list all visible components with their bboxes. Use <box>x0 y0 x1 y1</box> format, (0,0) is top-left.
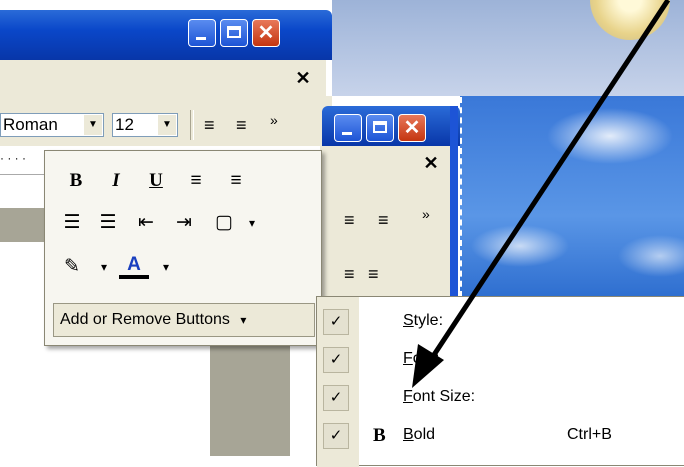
selection-border <box>460 97 462 297</box>
chevron-down-icon: ▼ <box>158 115 176 135</box>
font-size-combo[interactable]: 12 ▼ <box>112 113 178 137</box>
bullets-button[interactable]: ☰ <box>93 209 123 237</box>
center-icon[interactable]: ≡ <box>378 210 389 230</box>
menu-bar: ✕ <box>0 60 326 97</box>
maximize-button[interactable] <box>366 114 394 142</box>
add-remove-menu: ✓ Style: ✓ Font: ✓ Font Size: ✓ B Bold C… <box>316 296 684 467</box>
ruler: · · · · <box>0 146 48 175</box>
check-icon: ✓ <box>323 385 349 411</box>
font-size-value: 12 <box>115 115 134 134</box>
underline-button[interactable]: U <box>141 167 171 195</box>
font-color-button[interactable]: A <box>119 251 149 279</box>
numbering-button[interactable]: ☰ <box>57 209 87 237</box>
close-button[interactable]: ✕ <box>252 19 280 47</box>
chevron-down-icon[interactable]: ▾ <box>237 209 267 237</box>
align-right-icon[interactable]: ≡ <box>344 264 355 284</box>
font-name-value: Roman <box>3 115 58 134</box>
maximize-icon <box>373 121 387 133</box>
menu-item-style[interactable]: ✓ Style: <box>317 303 684 341</box>
add-or-remove-buttons[interactable]: Add or Remove Buttons ▾ <box>53 303 315 337</box>
menu-item-label: Style: <box>403 312 444 329</box>
check-icon: ✓ <box>323 347 349 373</box>
check-icon: ✓ <box>323 423 349 449</box>
justify-button[interactable]: ≡ <box>221 167 251 195</box>
justify-icon[interactable]: ≡ <box>368 264 379 284</box>
minimize-button[interactable] <box>334 114 362 142</box>
toolbar-options-icon[interactable]: » <box>270 110 278 130</box>
chevron-down-icon: ▼ <box>84 115 102 135</box>
sky-picture <box>460 96 684 296</box>
minimize-icon <box>342 132 352 135</box>
align-right-button[interactable]: ≡ <box>181 167 211 195</box>
minimize-button[interactable] <box>188 19 216 47</box>
bold-button[interactable]: B <box>61 167 91 195</box>
minimize-icon <box>196 37 206 40</box>
close-menu-icon[interactable]: ✕ <box>292 67 314 89</box>
close-button[interactable]: ✕ <box>398 114 426 142</box>
chevron-down-icon: ▾ <box>240 313 247 327</box>
italic-button[interactable]: I <box>101 167 131 195</box>
add-or-remove-label: Add or Remove Buttons <box>60 311 230 328</box>
border-button[interactable]: ▢ <box>209 209 239 237</box>
align-left-icon[interactable]: ≡ <box>204 115 215 135</box>
front-window-titlebar[interactable]: ✕ <box>322 106 460 146</box>
highlight-button[interactable]: ✎ <box>57 253 87 281</box>
bold-icon: B <box>373 425 386 446</box>
toolbar-options-popup: B I U ≡ ≡ ☰ ☰ ⇤ ⇥ ▢ ▾ ✎ ▾ A ▾ Add or Rem… <box>44 150 322 346</box>
menu-item-label: Font: <box>403 350 440 367</box>
formatting-toolbar: Roman ▼ 12 ▼ ≡ ≡ » <box>0 96 326 146</box>
close-menu-icon[interactable]: ✕ <box>420 152 442 174</box>
page-gap <box>0 208 48 242</box>
decrease-indent-button[interactable]: ⇤ <box>131 209 161 237</box>
chevron-down-icon[interactable]: ▾ <box>151 253 181 281</box>
menu-item-shortcut: Ctrl+B <box>567 426 612 443</box>
close-icon: ✕ <box>403 117 421 139</box>
toolbar-separator <box>190 110 194 140</box>
align-left-icon[interactable]: ≡ <box>344 210 355 230</box>
maximize-icon <box>227 26 241 38</box>
menu-item-font[interactable]: ✓ Font: <box>317 341 684 379</box>
chevron-down-icon[interactable]: ▾ <box>89 253 119 281</box>
toolbar-options-icon[interactable]: » <box>422 204 430 224</box>
increase-indent-button[interactable]: ⇥ <box>169 209 199 237</box>
menu-item-bold[interactable]: ✓ B Bold Ctrl+B <box>317 417 684 455</box>
document-area <box>0 146 48 456</box>
menu-item-label: Bold <box>403 426 436 443</box>
maximize-button[interactable] <box>220 19 248 47</box>
menu-item-font-size[interactable]: ✓ Font Size: <box>317 379 684 417</box>
check-icon: ✓ <box>323 309 349 335</box>
close-icon: ✕ <box>257 22 275 44</box>
font-name-combo[interactable]: Roman ▼ <box>0 113 104 137</box>
back-window-titlebar[interactable]: ✕ <box>0 10 332 60</box>
menu-item-label: Font Size: <box>403 388 476 405</box>
center-icon[interactable]: ≡ <box>236 115 247 135</box>
